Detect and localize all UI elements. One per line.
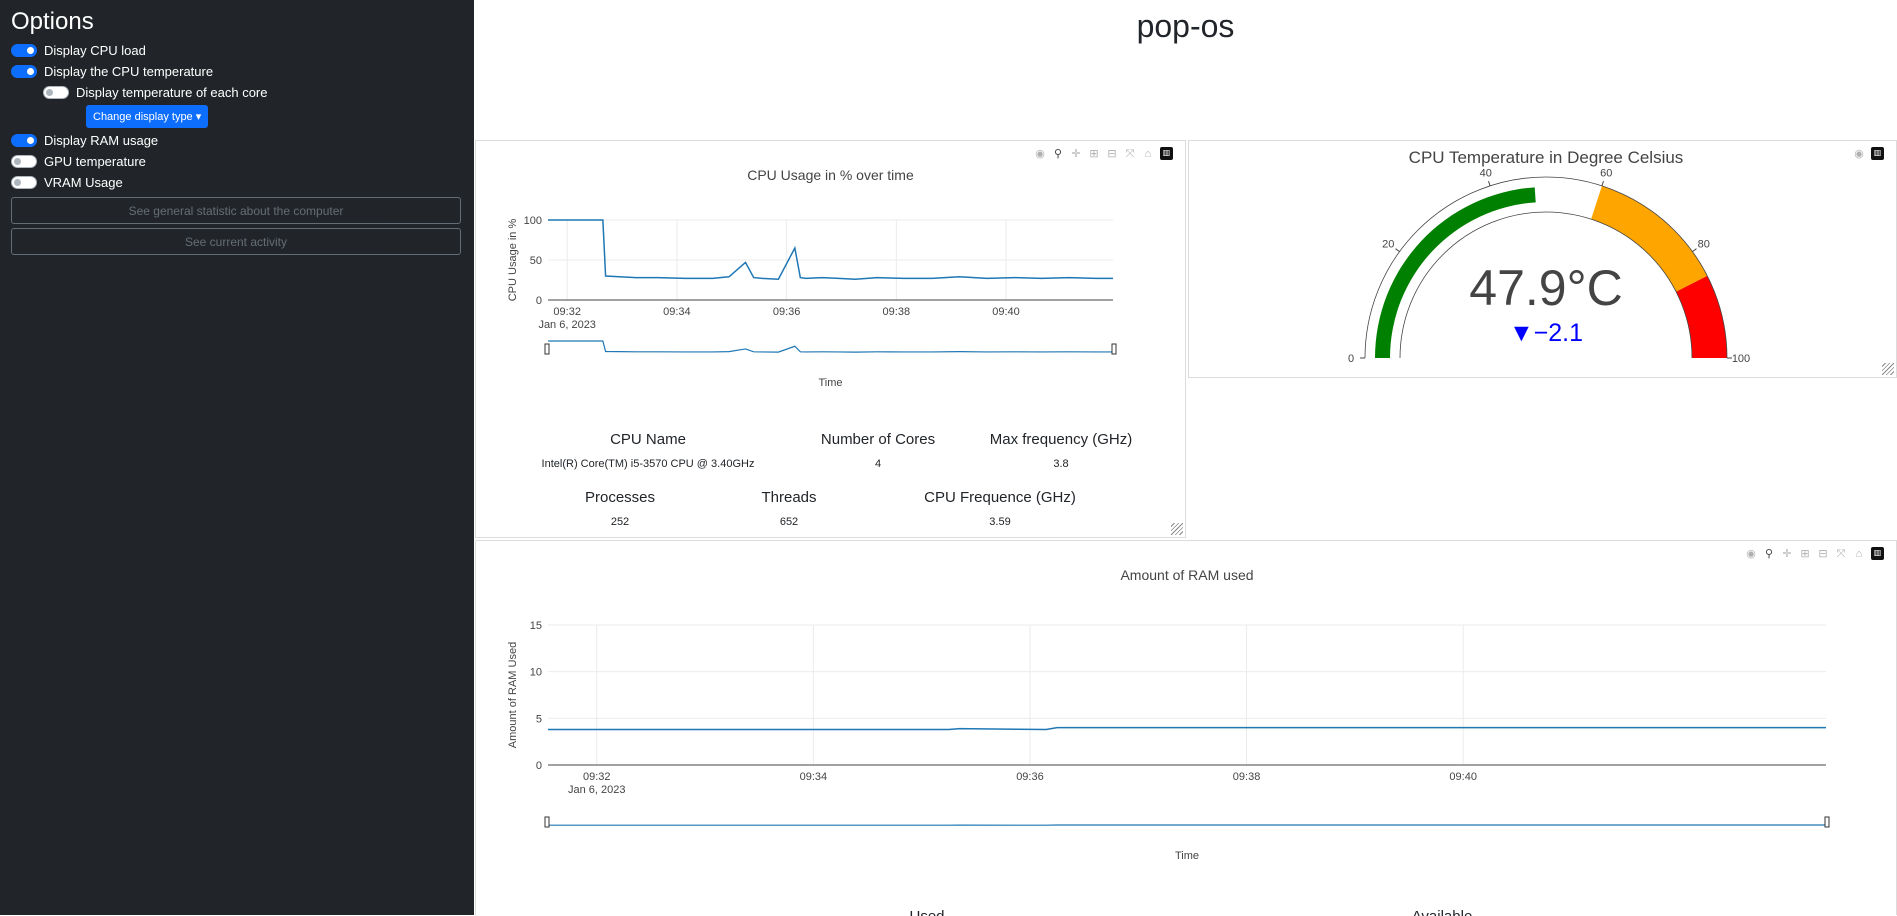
gauge-tick-label: 80 bbox=[1698, 238, 1710, 250]
ram-x-tick-label: 09:40 bbox=[1449, 771, 1477, 783]
gauge-tick-label: 0 bbox=[1348, 353, 1354, 365]
ram-y-tick-label: 10 bbox=[530, 667, 542, 679]
max-frequency-value: 3.8 bbox=[1053, 458, 1068, 470]
option-label: Display the CPU temperature bbox=[44, 64, 213, 79]
ram-y-tick-label: 5 bbox=[536, 713, 542, 725]
cpu-usage-chart[interactable]: CPU Usage in % over time 0 50 100 09:32 09:34… bbox=[476, 141, 1185, 401]
ram-x-tick-label: 09:36 bbox=[1016, 771, 1044, 783]
ram-chart-title: Amount of RAM used bbox=[1120, 567, 1253, 583]
gauge-tick-label: 40 bbox=[1480, 168, 1492, 180]
gauge-delta-label: ▼−2.1 bbox=[1509, 319, 1583, 347]
cpu-temperature-gauge: CPU Temperature in Degree Celsius 0 20 40 60… bbox=[1189, 141, 1896, 377]
max-frequency-header: Max frequency (GHz) bbox=[990, 431, 1133, 448]
cpu-temperature-toggle[interactable] bbox=[11, 65, 37, 78]
options-sidebar: Options Display CPU load Display the CPU… bbox=[0, 0, 474, 915]
cpu-x-tick-label: 09:34 bbox=[663, 306, 691, 318]
gauge-value-label: 47.9°C bbox=[1469, 260, 1622, 316]
ram-usage-chart[interactable]: Amount of RAM used 0 5 10 15 09:32 09:34 09:36 0… bbox=[476, 541, 1896, 916]
ram-range-handle-right bbox=[1825, 817, 1829, 827]
ram-x-tick-label: 09:34 bbox=[800, 771, 828, 783]
change-display-type-button[interactable]: Change display type ▾ bbox=[86, 105, 208, 128]
option-gpu-temperature[interactable]: GPU temperature bbox=[11, 151, 463, 172]
gauge-tick bbox=[1602, 181, 1604, 186]
cpu-range-handle-right bbox=[1112, 344, 1116, 354]
processes-value: 252 bbox=[611, 516, 629, 528]
gauge-tick bbox=[1489, 181, 1491, 186]
ram-y-tick-label: 0 bbox=[536, 760, 542, 772]
cpu-x-tick-label: 09:32 bbox=[553, 306, 581, 318]
option-label: Display CPU load bbox=[44, 43, 146, 58]
cpu-y-tick-label: 50 bbox=[530, 255, 542, 267]
page-title: pop-os bbox=[474, 8, 1897, 45]
ram-x-date-label: Jan 6, 2023 bbox=[568, 784, 626, 796]
option-label: Display temperature of each core bbox=[76, 85, 267, 100]
cpu-frequency-value: 3.59 bbox=[989, 516, 1010, 528]
ram-y-tick-label: 15 bbox=[530, 620, 542, 632]
cpu-y-tick-label: 0 bbox=[536, 295, 542, 307]
cpu-y-tick-label: 100 bbox=[524, 215, 542, 227]
core-temperature-toggle[interactable] bbox=[43, 86, 69, 99]
cpu-chart-title: CPU Usage in % over time bbox=[747, 167, 914, 183]
gauge-title: CPU Temperature in Degree Celsius bbox=[1409, 148, 1684, 167]
sidebar-title: Options bbox=[11, 8, 463, 36]
cpu-x-tick-label: 09:38 bbox=[883, 306, 911, 318]
cpu-y-axis-title: CPU Usage in % bbox=[507, 219, 519, 302]
cpu-series-line bbox=[548, 220, 1113, 279]
cpu-usage-panel: ◉ ⚲ ✛ ⊞ ⊟ ⤧ ⌂ ▥ CPU Usage in % over time… bbox=[475, 140, 1186, 538]
option-label: Display RAM usage bbox=[44, 133, 158, 148]
cores-header: Number of Cores bbox=[821, 431, 935, 448]
ram-x-axis-title: Time bbox=[1175, 850, 1199, 862]
threads-value: 652 bbox=[780, 516, 798, 528]
option-core-temperature[interactable]: Display temperature of each core bbox=[11, 82, 463, 103]
general-statistics-button[interactable]: See general statistic about the computer bbox=[11, 197, 461, 224]
gpu-temperature-toggle[interactable] bbox=[11, 155, 37, 168]
vram-usage-toggle[interactable] bbox=[11, 176, 37, 189]
gauge-tick-label: 60 bbox=[1600, 168, 1612, 180]
gauge-tick-label: 100 bbox=[1732, 353, 1750, 365]
option-label: VRAM Usage bbox=[44, 175, 123, 190]
cpu-x-tick-label: 09:36 bbox=[773, 306, 801, 318]
ram-range-handle-left bbox=[545, 817, 549, 827]
gauge-tick bbox=[1692, 249, 1696, 252]
ram-y-axis-title: Amount of RAM Used bbox=[507, 642, 519, 748]
cpu-x-date-label: Jan 6, 2023 bbox=[538, 319, 596, 331]
ram-series-line bbox=[548, 728, 1826, 730]
cpu-range-slider bbox=[548, 341, 1113, 356]
ram-x-tick-label: 09:38 bbox=[1233, 771, 1261, 783]
cpu-range-slider-line bbox=[548, 341, 1113, 352]
cpu-frequency-header: CPU Frequence (GHz) bbox=[924, 489, 1076, 506]
resize-handle-icon[interactable] bbox=[1882, 363, 1894, 375]
gauge-tick-label: 20 bbox=[1382, 238, 1394, 250]
ram-range-slider bbox=[548, 814, 1826, 829]
cpu-name-value: Intel(R) Core(TM) i5-3570 CPU @ 3.40GHz bbox=[542, 458, 755, 470]
cpu-x-tick-label: 09:40 bbox=[992, 306, 1020, 318]
option-label: GPU temperature bbox=[44, 154, 146, 169]
cpu-range-handle-left bbox=[545, 344, 549, 354]
ram-x-tick-label: 09:32 bbox=[583, 771, 611, 783]
option-cpu-temperature[interactable]: Display the CPU temperature bbox=[11, 61, 463, 82]
current-activity-button[interactable]: See current activity bbox=[11, 228, 461, 255]
option-ram-usage[interactable]: Display RAM usage bbox=[11, 130, 463, 151]
ram-usage-panel: ◉ ⚲ ✛ ⊞ ⊟ ⤧ ⌂ ▥ Amount of RAM used051015… bbox=[475, 540, 1897, 915]
threads-header: Threads bbox=[761, 489, 816, 506]
option-cpu-load[interactable]: Display CPU load bbox=[11, 40, 463, 61]
gauge-step-red bbox=[1676, 276, 1727, 358]
option-vram-usage[interactable]: VRAM Usage bbox=[11, 172, 463, 193]
cpu-x-axis-title: Time bbox=[818, 377, 842, 389]
cpu-load-toggle[interactable] bbox=[11, 44, 37, 57]
cpu-temperature-panel: ◉ ▥ CPU Temperature in Degree Celsius020… bbox=[1188, 140, 1897, 378]
resize-handle-icon[interactable] bbox=[1171, 523, 1183, 535]
gauge-tick bbox=[1396, 249, 1400, 252]
cores-value: 4 bbox=[875, 458, 881, 470]
ram-usage-toggle[interactable] bbox=[11, 134, 37, 147]
cpu-name-header: CPU Name bbox=[610, 431, 686, 448]
processes-header: Processes bbox=[585, 489, 655, 506]
